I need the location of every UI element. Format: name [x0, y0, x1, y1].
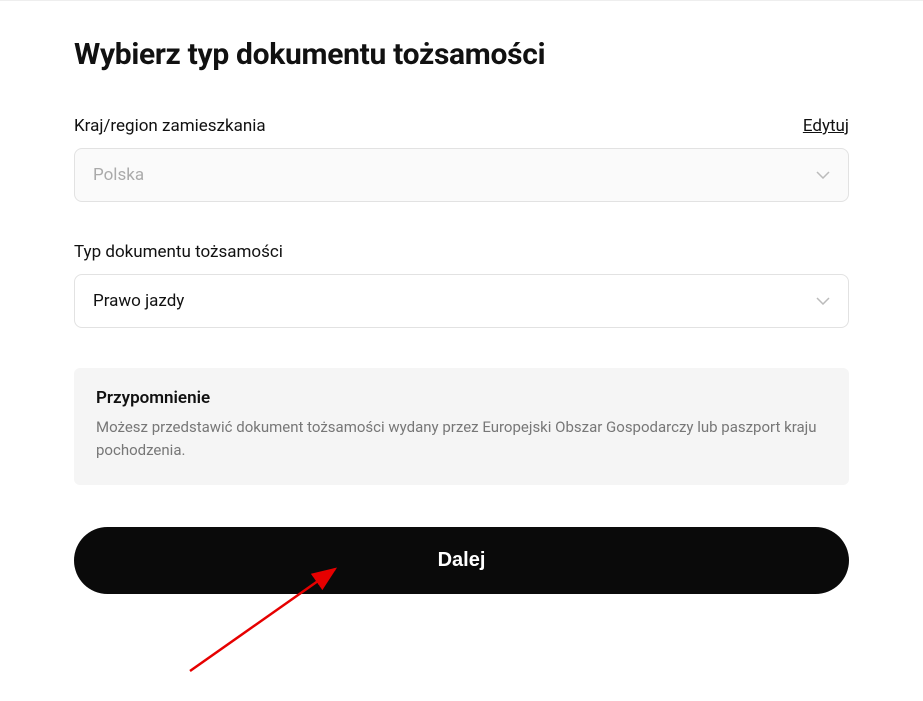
- page-title: Wybierz typ dokumentu tożsamości: [74, 37, 849, 72]
- country-value: Polska: [93, 165, 144, 185]
- country-label: Kraj/region zamieszkania: [74, 116, 266, 136]
- chevron-down-icon: [816, 294, 830, 308]
- country-field-group: Kraj/region zamieszkania Edytuj Polska: [74, 116, 849, 202]
- reminder-text: Możesz przedstawić dokument tożsamości w…: [96, 416, 827, 463]
- next-button[interactable]: Dalej: [74, 527, 849, 594]
- doctype-field-group: Typ dokumentu tożsamości Prawo jazdy: [74, 242, 849, 328]
- chevron-down-icon: [816, 168, 830, 182]
- reminder-title: Przypomnienie: [96, 388, 827, 408]
- doctype-select[interactable]: Prawo jazdy: [74, 274, 849, 328]
- doctype-label: Typ dokumentu tożsamości: [74, 242, 283, 262]
- doctype-value: Prawo jazdy: [93, 291, 184, 311]
- edit-country-link[interactable]: Edytuj: [803, 116, 849, 136]
- country-select[interactable]: Polska: [74, 148, 849, 202]
- reminder-box: Przypomnienie Możesz przedstawić dokumen…: [74, 368, 849, 485]
